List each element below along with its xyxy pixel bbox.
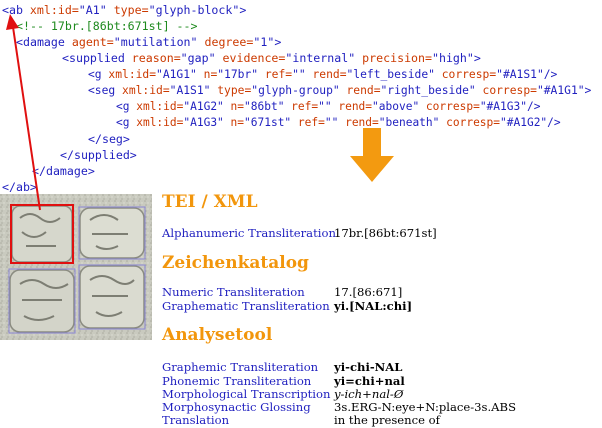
label-morphological-transcription: Morphological Transcription <box>162 387 331 401</box>
heading-tei-xml: TEI / XML <box>162 192 258 212</box>
value-graphematic-transliteration: yi.[NAL:chi] <box>334 299 413 313</box>
label-phonemic-transliteration: Phonemic Transliteration <box>162 374 312 388</box>
label-morphosynactic-glossing: Morphosynactic Glossing <box>162 400 311 414</box>
glyph-block-image <box>0 194 152 340</box>
xml-line-8: <g xml:id="A1G3" n="671st" ref="" rend="… <box>116 116 561 129</box>
glyph-a1g1 <box>11 205 73 263</box>
xml-line-11: </damage> <box>32 164 95 178</box>
value-graphemic-transliteration: yi-chi-NAL <box>334 360 403 374</box>
glyph-a1g3 <box>78 264 146 330</box>
value-morphosynactic-glossing: 3s.ERG-N:eye+N:place-3s.ABS <box>334 400 517 414</box>
label-graphemic-transliteration: Graphemic Transliteration <box>162 360 319 374</box>
label-translation: Translation <box>162 413 230 427</box>
heading-zeichenkatalog: Zeichenkatalog <box>162 253 309 273</box>
orange-arrow-head <box>350 156 394 182</box>
glyph-bottom-left <box>8 268 76 334</box>
glyph-block-drawing <box>0 194 152 340</box>
value-phonemic-transliteration: yi=chi+nal <box>334 374 405 388</box>
label-numeric-transliteration: Numeric Transliteration <box>162 285 305 299</box>
xml-line-4: <supplied reason="gap" evidence="interna… <box>62 51 481 65</box>
label-alphanumeric-transliteration: Alphanumeric Transliteration <box>162 226 336 240</box>
value-alphanumeric-transliteration: 17br.[86bt:671st] <box>334 226 437 240</box>
glyph-a1g2 <box>78 206 146 260</box>
value-translation: in the presence of <box>334 413 440 427</box>
value-morphological-transcription: y-ich+nal-Ø <box>334 387 404 401</box>
label-graphematic-transliteration: Graphematic Transliteration <box>162 299 330 313</box>
heading-analysetool: Analysetool <box>162 325 273 345</box>
value-numeric-transliteration: 17.[86:671] <box>334 285 403 299</box>
orange-arrow-shaft <box>363 128 381 156</box>
